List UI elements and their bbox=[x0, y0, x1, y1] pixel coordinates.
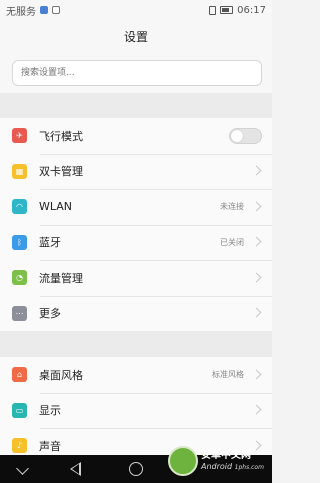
chevron-right-icon bbox=[252, 235, 262, 249]
watermark-text-small: 1phs.com bbox=[234, 464, 264, 471]
network-settings-group: ✈ 飞行模式 ▦ 双卡管理 ◠ WLAN 未连接 ᛒ 蓝牙 已关闭 ◔ 流量管理 ⋯ 更多 bbox=[0, 118, 272, 331]
chevron-right-icon bbox=[252, 403, 262, 417]
clock: 06:17 bbox=[237, 4, 266, 16]
airplane-mode-toggle[interactable] bbox=[229, 127, 262, 144]
usb-icon bbox=[52, 6, 60, 14]
home-icon[interactable] bbox=[129, 462, 143, 476]
sim-card-icon: ▦ bbox=[12, 163, 27, 179]
settings-row-label: 显示 bbox=[39, 404, 61, 418]
battery-icon bbox=[220, 6, 234, 14]
carrier-text: 无服务 bbox=[6, 6, 36, 18]
hide-nav-chevron-icon[interactable] bbox=[16, 462, 29, 475]
settings-row-sim-card[interactable]: ▦ 双卡管理 bbox=[0, 153, 272, 190]
settings-row-value: 已关闭 bbox=[220, 237, 244, 247]
title-bar: 设置 bbox=[0, 20, 272, 53]
status-bar: 无服务 06:17 bbox=[0, 0, 272, 20]
settings-row-home-theme[interactable]: ⌂ 桌面风格 标准风格 bbox=[0, 357, 272, 393]
settings-row-label: 桌面风格 bbox=[39, 368, 83, 382]
section-divider bbox=[0, 331, 272, 357]
android-logo-icon bbox=[168, 446, 198, 476]
search-area bbox=[0, 53, 272, 93]
settings-row-data-usage[interactable]: ◔ 流量管理 bbox=[0, 260, 272, 296]
chevron-right-icon bbox=[252, 164, 262, 178]
watermark: 安卓中文网 Android 1phs.com bbox=[168, 441, 272, 481]
settings-row-airplane[interactable]: ✈ 飞行模式 bbox=[0, 118, 272, 154]
chevron-right-icon bbox=[252, 368, 262, 382]
settings-row-label: 双卡管理 bbox=[39, 165, 83, 179]
settings-row-label: 更多 bbox=[39, 307, 61, 321]
settings-row-label: 声音 bbox=[39, 439, 61, 453]
more-icon: ⋯ bbox=[12, 305, 27, 321]
data-usage-icon: ◔ bbox=[12, 270, 27, 286]
settings-row-value: 未连接 bbox=[220, 202, 244, 212]
settings-row-wifi[interactable]: ◠ WLAN 未连接 bbox=[0, 189, 272, 225]
chevron-right-icon bbox=[252, 306, 262, 320]
page-title: 设置 bbox=[123, 30, 148, 44]
settings-row-label: WLAN bbox=[39, 200, 73, 214]
display-icon: ▭ bbox=[12, 402, 27, 418]
bluetooth-icon: ᛒ bbox=[12, 234, 27, 250]
chevron-right-icon bbox=[252, 271, 262, 285]
chevron-right-icon bbox=[252, 200, 262, 214]
sound-icon: ♪ bbox=[12, 438, 27, 454]
settings-row-value: 标准风格 bbox=[212, 370, 244, 380]
watermark-text-cn: 安卓中文网 bbox=[201, 450, 251, 461]
sim-icon bbox=[209, 5, 217, 15]
settings-row-label: 飞行模式 bbox=[39, 129, 83, 143]
home-theme-icon: ⌂ bbox=[12, 367, 27, 383]
search-input[interactable] bbox=[12, 60, 262, 86]
section-divider bbox=[0, 93, 272, 118]
settings-row-more[interactable]: ⋯ 更多 bbox=[0, 295, 272, 332]
wifi-icon: ◠ bbox=[12, 199, 27, 215]
watermark-text-en: Android bbox=[201, 462, 233, 471]
settings-row-bluetooth[interactable]: ᛒ 蓝牙 已关闭 bbox=[0, 224, 272, 261]
settings-row-label: 蓝牙 bbox=[39, 236, 61, 250]
airplane-icon: ✈ bbox=[12, 128, 27, 144]
back-icon[interactable] bbox=[70, 462, 81, 476]
settings-row-display[interactable]: ▭ 显示 bbox=[0, 392, 272, 429]
settings-row-label: 流量管理 bbox=[39, 271, 83, 285]
notification-icon bbox=[40, 6, 48, 14]
